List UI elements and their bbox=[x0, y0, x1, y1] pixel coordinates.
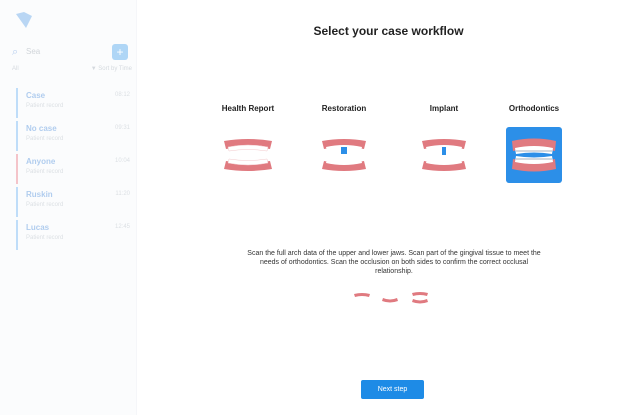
workflow-label: Restoration bbox=[321, 104, 367, 113]
workflow-option-restoration[interactable]: Restoration bbox=[308, 104, 380, 184]
sidebar: ⌕ Sea + All ▼ Sort by Time Case 08:12 Pa… bbox=[0, 0, 137, 415]
case-time: 12:45 bbox=[114, 224, 130, 230]
case-list-item[interactable]: Ruskin 11:20 Patient record bbox=[16, 187, 132, 217]
workflow-option-health-report[interactable]: Health Report bbox=[212, 104, 284, 184]
workflow-option-implant[interactable]: Implant bbox=[408, 104, 480, 184]
case-name: Case bbox=[26, 91, 46, 100]
workflow-label: Orthodontics bbox=[508, 104, 560, 113]
case-time: 08:12 bbox=[114, 92, 130, 98]
case-list: Case 08:12 Patient record No case 09:31 … bbox=[16, 88, 132, 253]
braces-icon bbox=[506, 127, 562, 183]
filter-all[interactable]: All bbox=[12, 66, 19, 72]
workflow-option-orthodontics[interactable]: Orthodontics bbox=[498, 104, 570, 184]
case-time: 10:04 bbox=[114, 158, 130, 164]
case-list-item[interactable]: No case 09:31 Patient record bbox=[16, 121, 132, 151]
workflow-options: Health Report Restoration Implant Orthod… bbox=[212, 104, 580, 184]
implant-icon bbox=[416, 127, 472, 183]
workflow-description: Scan the full arch data of the upper and… bbox=[247, 250, 541, 275]
workflow-label: Implant bbox=[429, 104, 459, 113]
case-subtitle: Patient record bbox=[26, 136, 64, 142]
scan-steps-icon bbox=[352, 289, 436, 307]
search-icon: ⌕ bbox=[12, 46, 19, 58]
case-name: No case bbox=[26, 124, 57, 133]
case-list-item[interactable]: Lucas 12:45 Patient record bbox=[16, 220, 132, 250]
case-time: 09:31 bbox=[114, 125, 130, 131]
app-logo-icon bbox=[14, 10, 34, 30]
filter-row: All ▼ Sort by Time bbox=[12, 66, 132, 76]
case-name: Anyone bbox=[26, 157, 56, 166]
jaws-icon bbox=[220, 127, 276, 183]
case-subtitle: Patient record bbox=[26, 169, 64, 175]
case-time: 11:20 bbox=[115, 191, 130, 197]
case-subtitle: Patient record bbox=[26, 235, 64, 241]
case-list-item[interactable]: Case 08:12 Patient record bbox=[16, 88, 132, 118]
restoration-icon bbox=[316, 127, 372, 183]
case-list-item[interactable]: Anyone 10:04 Patient record bbox=[16, 154, 132, 184]
case-subtitle: Patient record bbox=[26, 103, 64, 109]
workflow-label: Health Report bbox=[221, 104, 275, 113]
case-name: Lucas bbox=[26, 223, 50, 232]
case-name: Ruskin bbox=[26, 190, 53, 199]
next-step-button[interactable]: Next step bbox=[361, 380, 424, 399]
page-title: Select your case workflow bbox=[313, 24, 464, 38]
add-case-button[interactable]: + bbox=[112, 44, 128, 60]
search-bar[interactable]: ⌕ Sea + bbox=[12, 44, 130, 62]
sort-dropdown[interactable]: ▼ Sort by Time bbox=[91, 66, 132, 72]
case-subtitle: Patient record bbox=[26, 202, 64, 208]
search-input[interactable]: Sea bbox=[26, 47, 40, 56]
